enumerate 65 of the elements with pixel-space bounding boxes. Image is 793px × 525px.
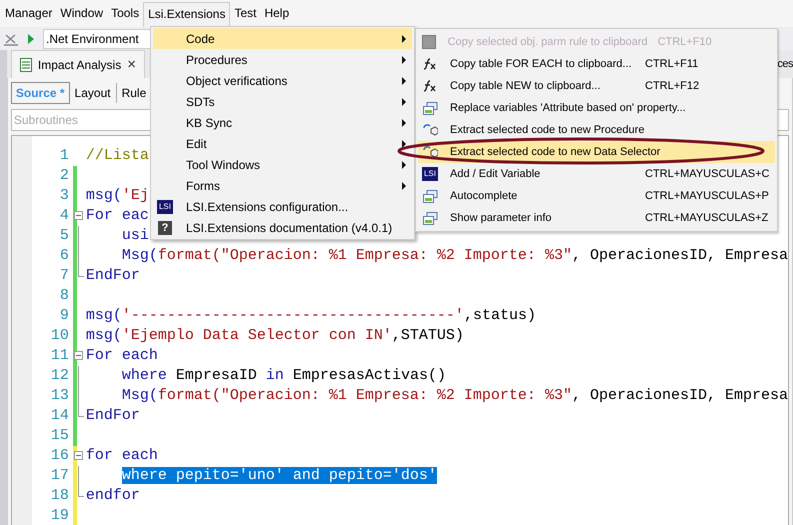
code-line: msg('Ejemplo Data Selector con IN',STATUS) (86, 326, 464, 346)
menu-item[interactable]: Object verifications (153, 70, 412, 91)
line-number: 9 (58, 306, 70, 326)
line-number: 8 (58, 286, 70, 306)
line-number: 14 (50, 406, 70, 426)
menu-item[interactable]: Code (153, 28, 412, 49)
code-line: For each (86, 346, 158, 366)
line-number: 4 (58, 206, 70, 226)
menu-item[interactable]: LSI Add / Edit Variable CTRL+MAYUSCULAS+C (418, 163, 775, 185)
menu-item[interactable]: Procedures (153, 49, 412, 70)
menu-bar-item[interactable]: Manager (1, 2, 56, 25)
line-number: 17 (50, 466, 70, 486)
menu-bar-item[interactable]: Help (260, 2, 294, 25)
lsi-logo-icon: LSI (157, 200, 173, 214)
line-number: 1 (58, 146, 70, 166)
menu-bar-item[interactable]: Window (56, 2, 108, 25)
code-line: EndFor (86, 266, 140, 286)
line-number: 5 (58, 226, 70, 246)
code-line: msg('------------------------------------',status) (86, 306, 536, 326)
menu-item: Copy selected obj. parm rule to clipboard CTRL+F10 (418, 31, 775, 53)
menu-item[interactable]: SDTs (153, 91, 412, 112)
menu-bar-item[interactable]: Lsi.Extensions (143, 2, 230, 27)
line-number: 3 (58, 186, 70, 206)
line-number: 12 (50, 366, 70, 386)
code-line: msg('Ej (86, 186, 149, 206)
code-line: For eac (86, 206, 149, 226)
menu-item[interactable]: Autocomplete CTRL+MAYUSCULAS+P (418, 185, 775, 207)
code-line: Msg(format("Operacion: %1 Empresa: %2 Importe: %3", OperacionesID, Empresa (120, 246, 788, 266)
line-number: 19 (50, 506, 70, 525)
menu-item[interactable]: ? LSI.Extensions documentation (v4.0.1) (153, 217, 412, 238)
menu-item[interactable]: Extract selected code to new Procedure (418, 119, 775, 141)
menu-bar-item[interactable]: Test (230, 2, 260, 25)
code-line: endfor (86, 486, 140, 506)
line-number: 6 (58, 246, 70, 266)
menu-item[interactable]: Show parameter info CTRL+MAYUSCULAS+Z (418, 207, 775, 229)
line-number: 7 (58, 266, 70, 286)
line-number: 2 (58, 166, 70, 186)
menu-bar-item[interactable]: Tools (107, 2, 144, 25)
menu-item[interactable]: Tool Windows (153, 154, 412, 175)
code-line: Msg(format("Operacion: %1 Empresa: %2 Importe: %3", OperacionesID, Empresa (120, 386, 788, 406)
menu-item[interactable]: KB Sync (153, 112, 412, 133)
line-number: 11 (50, 346, 70, 366)
code-line: where EmpresaID in EmpresasActivas() (120, 366, 446, 386)
lsi-logo-icon: LSI (422, 167, 438, 181)
code-line: EndFor (86, 406, 140, 426)
tab-label: Impact Analysis (38, 56, 122, 74)
line-number: 15 (50, 426, 70, 446)
close-icon[interactable]: × (127, 57, 136, 72)
menu-item[interactable]: Forms (153, 175, 412, 196)
menu-item[interactable]: LSI LSI.Extensions configuration... (153, 196, 412, 217)
line-number: 16 (50, 446, 70, 466)
menu-item[interactable]: Copy table NEW to clipboard... CTRL+F12 (418, 75, 775, 97)
line-number: 13 (50, 386, 70, 406)
view-tab[interactable]: Layout (70, 83, 117, 103)
line-number: 10 (50, 326, 70, 346)
menu-item[interactable]: Edit (153, 133, 412, 154)
line-number: 18 (50, 486, 70, 506)
menu-item[interactable]: Replace variables 'Attribute based on' property... (418, 97, 775, 119)
document-tab[interactable]: Impact Analysis × (10, 50, 145, 78)
help-icon: ? (158, 220, 172, 234)
code-line: usi (120, 226, 149, 246)
menu-item[interactable]: Copy table FOR EACH to clipboard... CTRL+F11 (418, 53, 775, 75)
code-line: //Lista (86, 146, 149, 166)
tab-label-fragment: ces (777, 56, 793, 72)
code-line: for each (86, 446, 158, 466)
